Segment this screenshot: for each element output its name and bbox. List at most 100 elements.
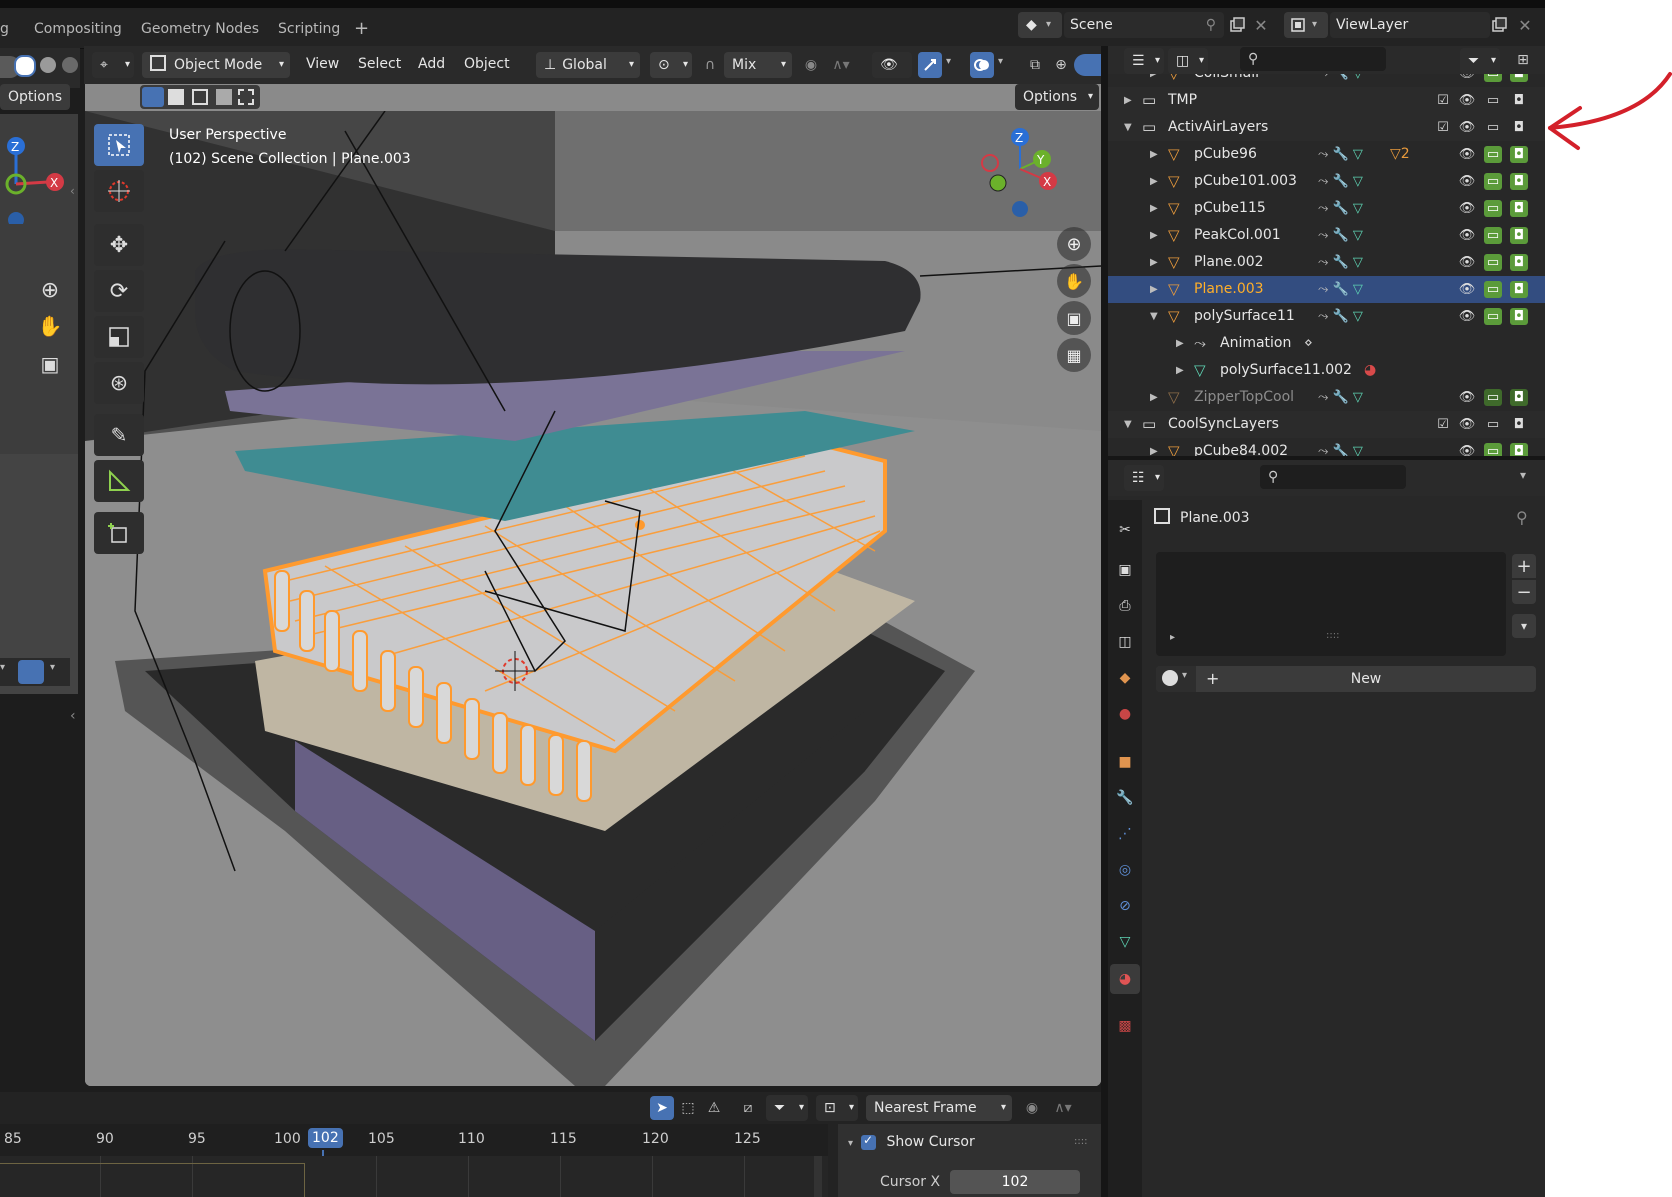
proportional-edit-icon[interactable]: ◉ [1020,1096,1044,1120]
add-slot-icon[interactable]: + [1512,554,1536,578]
browse-material-dropdown[interactable]: ▾ [1156,666,1196,692]
timeline-scrollbar[interactable] [814,1156,822,1197]
expand-triangle-icon[interactable]: ▶ [1150,195,1158,222]
workspace-tab-compositing[interactable]: Compositing [34,18,122,40]
camera-render-icon[interactable]: ◘ [1510,173,1528,190]
viewport-options-dropdown[interactable]: Options ▾ [1015,84,1099,110]
eye-icon[interactable]: 👁 [1458,443,1476,456]
expand-triangle-icon[interactable]: ▶ [1150,222,1158,249]
expand-triangle-icon[interactable]: ▶ [1150,384,1158,411]
chevron-down-icon[interactable]: ▾ [848,1138,853,1149]
shading-solid-icon[interactable] [14,55,36,77]
modifier-icon[interactable]: 🔧 [1333,201,1349,216]
snap-nearest-frame-dropdown[interactable]: Nearest Frame ▾ [866,1095,1012,1121]
collapse-triangle-icon[interactable]: ▼ [1124,114,1132,141]
menu-view[interactable]: View [306,56,339,72]
expand-triangle-icon[interactable]: ▶ [1150,74,1158,87]
monitor-icon[interactable]: ▭ [1484,92,1502,109]
transform-tool[interactable]: ⊛ [94,362,144,404]
physics-tab-icon[interactable]: ◎ [1115,860,1135,880]
timeline-filter-dropdown[interactable]: ⏷ ▾ [766,1095,808,1121]
eye-icon[interactable]: 👁 [1458,74,1476,82]
outliner-row[interactable]: ▼ ▭ ActivAirLayers ☑ 👁 ▭ ◘ [1108,114,1545,141]
box-select-icon[interactable]: ⬚ [676,1096,700,1120]
material-icon[interactable]: ◕ [1364,357,1376,384]
camera-view-icon[interactable]: ▣ [1057,301,1091,335]
eye-icon[interactable]: 👁 [1458,416,1476,433]
properties-editor-type-dropdown[interactable]: ☷ ▾ [1124,465,1164,491]
outliner-row[interactable]: ▶ ▽ PeakCol.001 ⤳ 🔧 ▽ 👁 ▭ ◘ [1108,222,1545,249]
proportional-edit-icon[interactable]: ◉ [800,54,822,76]
modifier-icon[interactable]: 🔧 [1333,282,1349,297]
expand-triangle-icon[interactable]: ▶ [1124,87,1132,114]
camera-render-icon[interactable]: ◘ [1510,443,1528,456]
object-mode-dropdown[interactable]: Object Mode ▾ [142,52,290,78]
checkbox-icon[interactable]: ☑ [1434,92,1452,109]
mesh-data-icon[interactable]: ▽ [1353,390,1363,405]
monitor-icon[interactable]: ▭ [1484,173,1502,190]
chevron-right-icon[interactable]: ▸ [1170,632,1175,643]
checkbox-icon[interactable]: ☑ [1434,119,1452,136]
chevron-down-icon[interactable]: ▾ [0,662,5,673]
animation-data-icon[interactable]: ⤳ [1318,147,1328,162]
overlay-toggle-icon[interactable] [970,52,994,78]
mesh-data-icon[interactable]: ▽ [1353,282,1363,297]
material-slot-list[interactable]: ▸ :::: [1156,552,1506,656]
navigation-gizmo[interactable]: Z Y X [970,119,1070,219]
view-layer-name-field[interactable]: ViewLayer [1330,12,1490,38]
3d-viewport[interactable]: User Perspective (102) Scene Collection … [85,111,1101,1086]
wireframe-shading-icon[interactable]: ⊕ [1050,54,1072,76]
workspace-tab-scripting[interactable]: Scripting [278,18,340,40]
modifier-icon[interactable]: 🔧 [1333,147,1349,162]
camera-render-icon[interactable]: ◘ [1510,92,1528,109]
current-frame-indicator[interactable]: 102 [308,1128,343,1148]
monitor-icon[interactable]: ▭ [1484,146,1502,163]
new-view-layer-icon[interactable] [1488,14,1510,36]
modifier-icon[interactable]: 🔧 [1333,174,1349,189]
chevron-down-icon[interactable]: ▾ [1520,468,1526,482]
zoom-icon[interactable]: ⊕ [1057,227,1091,261]
object-tab-icon[interactable]: ■ [1115,752,1135,772]
outliner-row[interactable]: ▶ ▽ pCube96 ⤳ 🔧 ▽ ▽2 👁 ▭ ◘ [1108,141,1545,168]
filter-dropdown[interactable]: ⏷ ▾ [1460,48,1500,74]
properties-search-input[interactable]: ⚲ [1260,465,1406,489]
select-box-tool[interactable] [94,124,144,166]
mesh-data-icon[interactable]: ▽ [1353,147,1363,162]
cursor-tool[interactable] [94,170,144,212]
output-tab-icon[interactable]: ⎙ [1115,596,1135,616]
solid-shading-icon[interactable] [1074,54,1101,76]
pivot-point-dropdown[interactable]: ⊙ ▾ [650,52,692,78]
xray-toggle-icon[interactable]: ⧉ [1024,54,1046,76]
camera-render-icon[interactable]: ◘ [1510,119,1528,136]
camera-render-icon[interactable]: ◘ [1510,227,1528,244]
expand-triangle-icon[interactable]: ▶ [1150,168,1158,195]
monitor-icon[interactable]: ▭ [1484,74,1502,82]
chevron-left-icon[interactable]: ‹ [70,708,76,724]
slot-specials-icon[interactable]: ▾ [1512,614,1536,638]
hand-pan-icon[interactable]: ✋ [1057,264,1091,298]
modifier-tab-icon[interactable]: 🔧 [1115,788,1135,808]
pivot-dropdown[interactable]: ⊡ ▾ [816,1095,858,1121]
transform-orientation-dropdown[interactable]: ⊥ Global ▾ [536,52,640,78]
expand-triangle-icon[interactable]: ▶ [1150,249,1158,276]
constraints-tab-icon[interactable]: ⊘ [1115,896,1135,916]
monitor-icon[interactable]: ▭ [1484,281,1502,298]
monitor-icon[interactable]: ▭ [1484,308,1502,325]
outliner-search-input[interactable]: ⚲ [1240,47,1386,71]
editor-type-dropdown[interactable]: ⌖ ▾ [92,52,134,78]
menu-add[interactable]: Add [418,56,445,72]
gizmo-toggle-icon[interactable] [918,52,942,78]
expand-triangle-icon[interactable]: ▶ [1176,330,1184,357]
camera-render-icon[interactable]: ◘ [1510,416,1528,433]
show-cursor-checkbox[interactable]: ✓ [861,1133,877,1150]
camera-render-icon[interactable]: ◘ [1510,74,1528,82]
animation-data-icon[interactable]: ⤳ [1318,201,1328,216]
camera-render-icon[interactable]: ◘ [1510,146,1528,163]
eye-icon[interactable]: 👁 [1458,92,1476,109]
shading-material-icon[interactable] [40,57,56,73]
outliner-row[interactable]: ▶ ▭ TMP ☑ 👁 ▭ ◘ [1108,87,1545,114]
move-tool[interactable]: ✥ [94,224,144,266]
outliner-row[interactable]: ▶ ▽ pCube101.003 ⤳ 🔧 ▽ 👁 ▭ ◘ [1108,168,1545,195]
select-subtract-icon[interactable] [192,89,208,105]
monitor-icon[interactable]: ▭ [1484,254,1502,271]
